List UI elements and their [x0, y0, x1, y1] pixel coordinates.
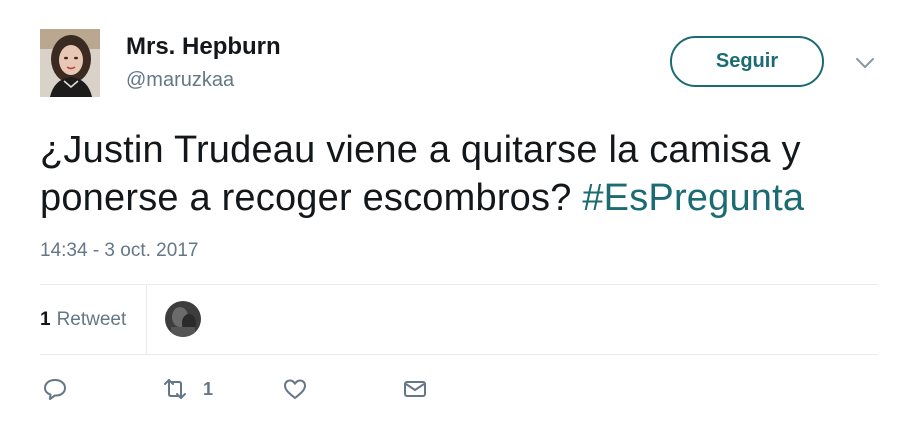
- direct-message-button[interactable]: [402, 376, 428, 402]
- tweet-card: Mrs. Hepburn @maruzkaa Seguir ¿Justin Tr…: [0, 0, 909, 423]
- author-avatar[interactable]: [40, 29, 100, 97]
- tweet-text: ¿Justin Trudeau viene a quitarse la cami…: [40, 126, 880, 222]
- divider: [40, 284, 878, 285]
- hashtag-link[interactable]: #EsPregunta: [582, 177, 804, 219]
- retweet-stat-count: 1: [40, 308, 51, 330]
- reply-icon: [42, 376, 68, 402]
- like-button[interactable]: [282, 376, 308, 402]
- follow-button[interactable]: Seguir: [670, 36, 824, 87]
- chevron-down-icon[interactable]: [852, 54, 878, 72]
- envelope-icon: [402, 376, 428, 402]
- avatar-image: [40, 29, 100, 97]
- retweet-stat-label: Retweet: [56, 308, 127, 330]
- reply-button[interactable]: [42, 376, 68, 402]
- stat-divider: [146, 285, 147, 354]
- divider: [40, 354, 878, 355]
- retweet-button[interactable]: 1: [161, 376, 213, 402]
- author-username[interactable]: @maruzkaa: [126, 69, 234, 92]
- retweet-icon: [161, 376, 189, 402]
- retweet-count: 1: [203, 378, 214, 399]
- retweet-stat[interactable]: 1 Retweet: [40, 309, 126, 331]
- tweet-timestamp[interactable]: 14:34 - 3 oct. 2017: [40, 240, 198, 262]
- tweet-stats: 1 Retweet: [40, 285, 126, 354]
- heart-icon: [282, 376, 308, 402]
- retweeter-avatar[interactable]: [165, 301, 201, 337]
- author-display-name[interactable]: Mrs. Hepburn: [126, 33, 281, 61]
